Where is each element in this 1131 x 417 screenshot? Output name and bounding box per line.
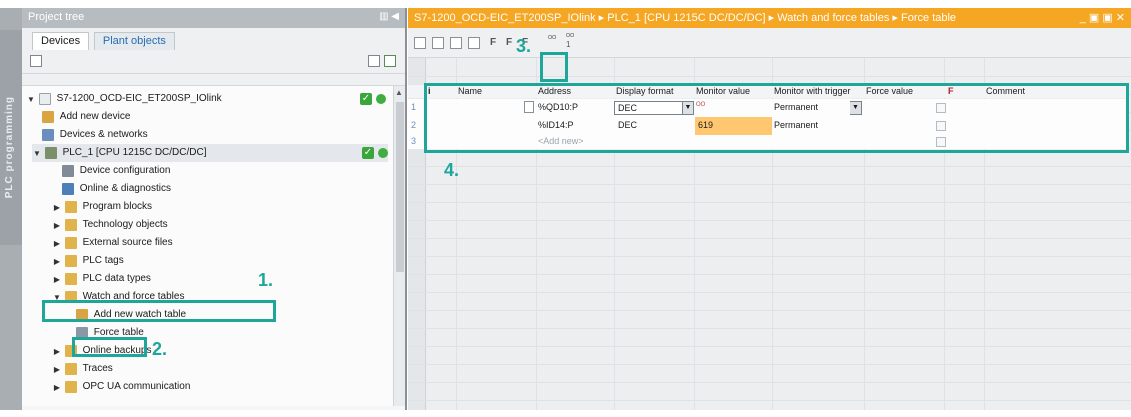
scrollbar-thumb[interactable] bbox=[396, 102, 404, 272]
tree-scrollbar[interactable]: ▲ bbox=[393, 86, 405, 406]
tree-item-label: Devices & networks bbox=[59, 129, 148, 140]
breadcrumb-force-table[interactable]: Force table bbox=[901, 12, 956, 24]
project-tree-toolbar bbox=[22, 50, 405, 74]
highlight-force-table bbox=[72, 337, 147, 357]
window-controls[interactable]: _ ▣ ▣ ✕ bbox=[1080, 11, 1125, 24]
tab-plant-objects[interactable]: Plant objects bbox=[93, 32, 175, 50]
tree-item-plc[interactable]: ▼ PLC_1 [CPU 1215C DC/DC/DC] ✓ bbox=[32, 144, 388, 162]
list-view-icon[interactable] bbox=[368, 55, 380, 67]
ok-status-icon: ✓ bbox=[360, 93, 372, 105]
folder-icon bbox=[64, 381, 77, 393]
breadcrumb-watch-force-tables[interactable]: Watch and force tables bbox=[777, 12, 889, 24]
plc-icon bbox=[44, 147, 57, 159]
breadcrumb-project[interactable]: S7-1200_OCD-EIC_ET200SP_IOlink bbox=[414, 12, 596, 24]
device-config-icon bbox=[62, 165, 74, 177]
tree-item-device-configuration[interactable]: Device configuration bbox=[62, 162, 432, 180]
row-number: 2 bbox=[411, 120, 417, 130]
force-icon[interactable]: F bbox=[490, 37, 496, 49]
force-all-icon[interactable]: F bbox=[506, 37, 512, 49]
add-device-icon bbox=[42, 111, 54, 123]
expand-arrow-icon[interactable]: ▶ bbox=[52, 235, 62, 253]
folder-icon bbox=[64, 255, 77, 267]
expand-arrow-icon[interactable]: ▶ bbox=[52, 379, 62, 397]
ok-status-icon: ✓ bbox=[362, 147, 374, 159]
tree-item-technology-objects[interactable]: ▶ Technology objects bbox=[52, 216, 422, 234]
folder-icon bbox=[64, 201, 77, 213]
tree-item-label: External source files bbox=[82, 237, 173, 248]
tree-item-project[interactable]: ▼ S7-1200_OCD-EIC_ET200SP_IOlink ✓ bbox=[26, 90, 396, 108]
add-row-icon[interactable] bbox=[432, 37, 444, 49]
export-icon[interactable] bbox=[384, 55, 396, 67]
tree-item-add-device[interactable]: Add new device bbox=[42, 108, 412, 126]
scroll-up-icon[interactable]: ▲ bbox=[395, 88, 403, 97]
expand-arrow-icon[interactable]: ▼ bbox=[26, 91, 36, 109]
row-number: 3 bbox=[411, 136, 417, 146]
tree-item-label: PLC data types bbox=[82, 273, 151, 284]
breadcrumb-plc[interactable]: PLC_1 [CPU 1215C DC/DC/DC] bbox=[607, 12, 765, 24]
expand-arrow-icon[interactable]: ▶ bbox=[52, 199, 62, 217]
step-3-label: 3. bbox=[516, 36, 532, 56]
expand-arrow-icon[interactable]: ▶ bbox=[52, 361, 62, 379]
tree-item-plc-data-types[interactable]: ▶ PLC data types bbox=[52, 270, 422, 288]
tree-item-online-diagnostics[interactable]: Online & diagnostics bbox=[62, 180, 432, 198]
project-tree-header: Project tree ▥ ◀ bbox=[22, 8, 405, 28]
tree-item-label: Technology objects bbox=[82, 219, 168, 230]
tree-item-label: Program blocks bbox=[82, 201, 153, 212]
row-number: 1 bbox=[411, 102, 417, 112]
tree-item-label: Add new device bbox=[59, 111, 131, 122]
expand-arrow-icon[interactable]: ▼ bbox=[32, 145, 42, 163]
tree-item-program-blocks[interactable]: ▶ Program blocks bbox=[52, 198, 426, 217]
step-1-label: 1. bbox=[258, 270, 274, 290]
step-4-label: 4. bbox=[444, 160, 460, 180]
show-hide-icon[interactable] bbox=[468, 37, 480, 49]
breadcrumb-separator: ▸ bbox=[892, 12, 898, 24]
left-vertical-strip[interactable]: PLC programming bbox=[0, 8, 22, 410]
expand-arrow-icon[interactable]: ▶ bbox=[52, 217, 62, 235]
breadcrumb-separator: ▸ bbox=[598, 12, 605, 24]
tree-header-gap bbox=[22, 74, 405, 86]
expand-arrow-icon[interactable]: ▶ bbox=[52, 343, 62, 361]
project-tree-list: ▼ S7-1200_OCD-EIC_ET200SP_IOlink ✓ Add n… bbox=[22, 86, 426, 406]
highlight-watch-force-tables bbox=[42, 300, 276, 322]
tree-item-label: PLC_1 [CPU 1215C DC/DC/DC] bbox=[62, 147, 207, 158]
highlight-monitor-all bbox=[540, 52, 568, 82]
folder-icon bbox=[64, 363, 77, 375]
plc-programming-label[interactable]: PLC programming bbox=[4, 96, 15, 198]
tree-item-plc-tags[interactable]: ▶ PLC tags bbox=[52, 252, 426, 271]
project-tree-title: Project tree bbox=[28, 11, 85, 23]
monitor-once-icon[interactable]: ᴼᴼ 1 bbox=[566, 33, 574, 49]
tree-item-traces[interactable]: ▶ Traces bbox=[52, 360, 422, 378]
editor-title-bar: S7-1200_OCD-EIC_ET200SP_IOlink ▸ PLC_1 [… bbox=[408, 8, 1131, 28]
tree-item-opc-ua[interactable]: ▶ OPC UA communication bbox=[52, 378, 422, 396]
network-icon bbox=[42, 129, 54, 141]
breadcrumb-separator: ▸ bbox=[768, 12, 775, 24]
tree-item-label: Device configuration bbox=[79, 165, 171, 176]
diagnostics-icon bbox=[62, 183, 74, 195]
force-table-editor: S7-1200_OCD-EIC_ET200SP_IOlink ▸ PLC_1 [… bbox=[408, 8, 1131, 410]
folder-icon bbox=[64, 273, 77, 285]
collapse-panel-icon[interactable]: ▥ ◀ bbox=[379, 11, 399, 22]
tree-item-label: PLC tags bbox=[82, 255, 124, 266]
folder-icon bbox=[64, 237, 77, 249]
highlight-force-table-rows bbox=[424, 83, 1129, 153]
tree-item-label: OPC UA communication bbox=[82, 381, 191, 392]
project-icon bbox=[38, 93, 51, 105]
tree-item-label: Online & diagnostics bbox=[79, 183, 171, 194]
folder-icon bbox=[64, 219, 77, 231]
insert-row-icon[interactable] bbox=[414, 37, 426, 49]
tree-item-label: Traces bbox=[82, 363, 113, 374]
monitor-all-icon[interactable]: ᴼᴼ bbox=[548, 34, 556, 46]
online-status-icon bbox=[376, 94, 386, 104]
tree-item-devices-networks[interactable]: Devices & networks bbox=[42, 126, 412, 144]
step-2-label: 2. bbox=[152, 339, 168, 359]
tree-item-label: S7-1200_OCD-EIC_ET200SP_IOlink bbox=[56, 93, 222, 104]
expand-arrow-icon[interactable]: ▶ bbox=[52, 271, 62, 289]
sort-icon[interactable] bbox=[450, 37, 462, 49]
tab-devices[interactable]: Devices bbox=[32, 32, 90, 50]
project-tree-tabs: Devices Plant objects bbox=[22, 28, 405, 50]
overview-icon[interactable] bbox=[30, 55, 42, 67]
tree-item-external-source-files[interactable]: ▶ External source files bbox=[52, 234, 422, 252]
online-status-icon bbox=[378, 148, 388, 158]
expand-arrow-icon[interactable]: ▶ bbox=[52, 253, 62, 271]
